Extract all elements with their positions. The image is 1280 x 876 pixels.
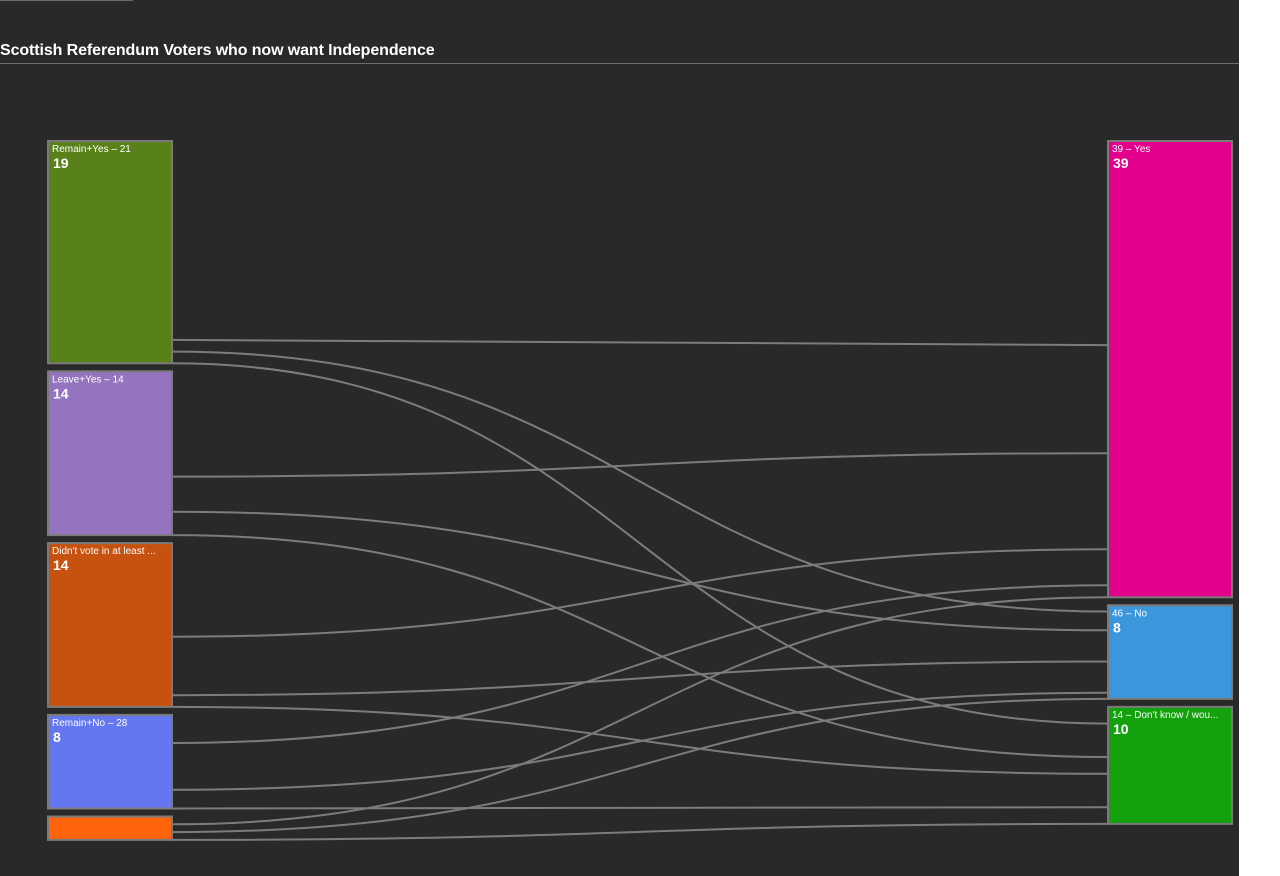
sankey-node-remain-yes[interactable]: Remain+Yes – 2119: [47, 140, 173, 365]
sankey-link-remain-no-to-no[interactable]: [171, 691, 1109, 791]
window-edge: [1239, 0, 1280, 876]
sankey-node-other[interactable]: [47, 815, 173, 841]
sankey-node-value: 14: [53, 557, 69, 573]
sankey-node-bar[interactable]: [47, 815, 173, 841]
sankey-node-label: Remain+No – 28: [52, 718, 128, 729]
sankey-node-value: 19: [53, 155, 69, 171]
sankey-link-remain-no-to-yes[interactable]: [171, 584, 1109, 744]
sankey-chart: Remain+Yes – 2119Leave+Yes – 1414Didn't …: [47, 140, 1233, 841]
sankey-node-label: Didn't vote in at least ...: [52, 546, 156, 557]
sankey-node-leave-yes[interactable]: Leave+Yes – 1414: [47, 370, 173, 537]
sankey-links: [171, 338, 1109, 841]
sankey-link-leave-yes-to-no[interactable]: [171, 510, 1109, 632]
sankey-link-leave-yes-to-dont-know[interactable]: [171, 534, 1109, 758]
sankey-node-label: Remain+Yes – 21: [52, 144, 131, 155]
sankey-node-bar[interactable]: [1107, 604, 1233, 700]
sankey-node-value: 8: [1113, 619, 1121, 635]
sankey-node-remain-no[interactable]: Remain+No – 288: [47, 713, 173, 810]
sankey-link-other-to-dont-know[interactable]: [171, 822, 1109, 841]
sankey-nodes: Remain+Yes – 2119Leave+Yes – 1414Didn't …: [47, 140, 1233, 841]
sankey-link-other-to-no[interactable]: [171, 697, 1109, 834]
sankey-node-label: 14 – Don't know / wou...: [1112, 710, 1218, 721]
report-canvas: Scottish Referendum Voters who now want …: [0, 0, 1280, 876]
sankey-node-dont-know[interactable]: 14 – Don't know / wou...10: [1107, 705, 1233, 825]
sankey-node-label: Leave+Yes – 14: [52, 374, 124, 385]
sankey-link-remain-yes-to-no[interactable]: [171, 350, 1109, 613]
sankey-node-no[interactable]: 46 – No8: [1107, 604, 1233, 700]
sankey-node-yes[interactable]: 39 – Yes39: [1107, 140, 1233, 599]
sankey-node-label: 46 – No: [1112, 608, 1147, 619]
sankey-link-didnt-vote-to-no[interactable]: [171, 660, 1109, 697]
sankey-link-remain-yes-to-yes[interactable]: [171, 338, 1109, 347]
sankey-link-leave-yes-to-yes[interactable]: [171, 452, 1109, 478]
sankey-link-remain-no-to-dont-know[interactable]: [171, 806, 1109, 810]
sankey-node-label: 39 – Yes: [1112, 144, 1150, 155]
sankey-node-value: 10: [1113, 721, 1129, 737]
sankey-node-didnt-vote[interactable]: Didn't vote in at least ...14: [47, 542, 173, 708]
sankey-link-didnt-vote-to-yes[interactable]: [171, 548, 1109, 638]
sankey-node-value: 8: [53, 729, 61, 745]
sankey-node-bar[interactable]: [47, 140, 173, 365]
sankey-node-bar[interactable]: [1107, 140, 1233, 599]
sankey-node-bar[interactable]: [47, 713, 173, 810]
sankey-node-value: 39: [1113, 155, 1129, 171]
sankey-node-value: 14: [53, 385, 69, 401]
